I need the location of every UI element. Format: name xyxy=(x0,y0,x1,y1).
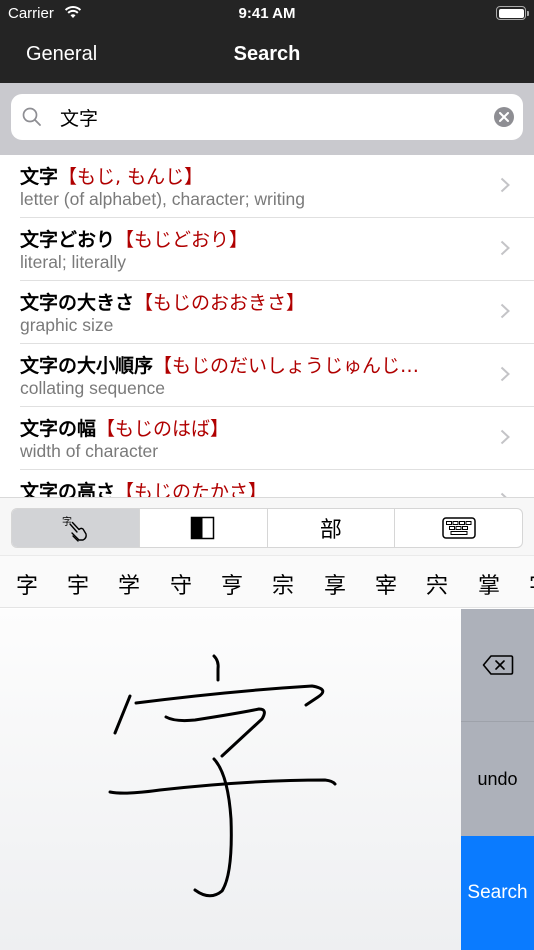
result-row[interactable]: 文字の大きさ【もじのおおきさ】 graphic size xyxy=(0,281,534,344)
battery-icon xyxy=(496,6,529,20)
result-meaning: collating sequence xyxy=(20,378,165,398)
result-row[interactable]: 文字の幅【もじのはば】 width of character xyxy=(0,407,534,470)
stroke xyxy=(164,707,266,758)
mode-contrast-tab[interactable] xyxy=(138,509,267,547)
result-row[interactable]: 文字どおり【もじどおり】 literal; literally xyxy=(0,218,534,281)
handwriting-strokes xyxy=(108,654,337,898)
result-meaning: width of character xyxy=(20,441,159,461)
input-mode-bar: 字 部 xyxy=(0,497,534,555)
backspace-button[interactable] xyxy=(461,609,534,722)
clock: 9:41 AM xyxy=(238,5,296,22)
handwriting-canvas[interactable] xyxy=(0,609,461,950)
search-bar xyxy=(0,83,534,155)
handwriting-icon: 字 xyxy=(62,515,88,542)
clear-icon xyxy=(499,112,509,122)
mode-handwriting-tab[interactable]: 字 xyxy=(12,509,139,547)
stroke xyxy=(134,684,325,707)
handwriting-controls: undo Search xyxy=(461,609,534,950)
candidate-char[interactable]: 亨 xyxy=(217,568,247,600)
backspace-icon xyxy=(482,655,513,675)
result-row[interactable]: 文字の大小順序【もじのだいしょうじゅんじ… collating sequence xyxy=(0,344,534,407)
result-row[interactable]: 文字【もじ, もんじ】 letter (of alphabet), charac… xyxy=(0,155,534,218)
clear-search-button[interactable] xyxy=(494,107,514,127)
mode-keyboard-tab[interactable] xyxy=(394,509,522,547)
search-icon xyxy=(22,107,41,126)
svg-text:字: 字 xyxy=(62,515,72,528)
stroke xyxy=(108,778,337,795)
result-reading: 【もじのおおきさ】 xyxy=(134,292,306,314)
result-meaning: letter (of alphabet), character; writing xyxy=(20,189,305,209)
radical-label: 部 xyxy=(319,518,342,543)
mode-radical-tab[interactable]: 部 xyxy=(266,509,395,547)
search-button[interactable]: Search xyxy=(461,836,534,950)
result-reading: 【もじどおり】 xyxy=(115,229,249,251)
input-mode-segmented-control: 字 部 xyxy=(11,508,523,548)
result-reading: 【もじのだいしょうじゅんじ… xyxy=(153,355,420,377)
candidate-char[interactable]: 宍 xyxy=(422,568,452,600)
candidate-char[interactable]: 宰 xyxy=(371,568,401,600)
results-list: 文字【もじ, もんじ】 letter (of alphabet), charac… xyxy=(0,155,534,497)
search-input[interactable] xyxy=(60,94,480,140)
result-reading: 【もじのはば】 xyxy=(96,418,230,440)
result-kanji: 文字の大きさ xyxy=(20,292,135,314)
result-meaning: literal; literally xyxy=(20,252,126,272)
result-kanji: 文字の大小順序 xyxy=(20,355,154,377)
candidate-char[interactable]: 掌 xyxy=(474,568,504,600)
back-button-general[interactable]: General xyxy=(26,43,97,66)
stroke xyxy=(193,757,233,898)
stroke xyxy=(212,654,220,682)
candidate-char[interactable]: 字 xyxy=(525,568,534,600)
keyboard-icon xyxy=(441,517,476,539)
chevron-right-icon xyxy=(500,303,510,319)
result-reading: 【もじ, もんじ】 xyxy=(58,166,204,188)
result-kanji: 文字 xyxy=(20,166,59,188)
chevron-right-icon xyxy=(500,240,510,256)
search-field[interactable] xyxy=(11,94,523,140)
result-kanji: 文字の高さ xyxy=(20,481,116,497)
result-kanji: 文字どおり xyxy=(20,229,116,251)
undo-button[interactable]: undo xyxy=(461,722,534,836)
candidate-char[interactable]: 宗 xyxy=(268,568,298,600)
stroke xyxy=(113,694,132,735)
candidate-char[interactable]: 学 xyxy=(114,568,144,600)
chevron-right-icon xyxy=(500,429,510,445)
chevron-right-icon xyxy=(500,366,510,382)
result-row[interactable]: 文字の高さ【もじのたかさ】 xyxy=(0,470,534,497)
candidate-strip: 字 宇 学 守 亨 宗 享 宰 宍 掌 字 xyxy=(0,555,534,608)
result-reading: 【もじのたかさ】 xyxy=(115,481,268,497)
status-bar: Carrier 9:41 AM xyxy=(0,0,534,28)
candidate-char[interactable]: 宇 xyxy=(63,568,93,600)
candidate-char[interactable]: 享 xyxy=(320,568,350,600)
result-kanji: 文字の幅 xyxy=(20,418,97,440)
navigation-bar: Carrier 9:41 AM General Search xyxy=(0,0,534,83)
candidate-char[interactable]: 字 xyxy=(12,568,42,600)
result-meaning: graphic size xyxy=(20,315,114,335)
candidate-char[interactable]: 守 xyxy=(166,568,196,600)
contrast-icon xyxy=(190,516,215,540)
chevron-right-icon xyxy=(500,177,510,193)
